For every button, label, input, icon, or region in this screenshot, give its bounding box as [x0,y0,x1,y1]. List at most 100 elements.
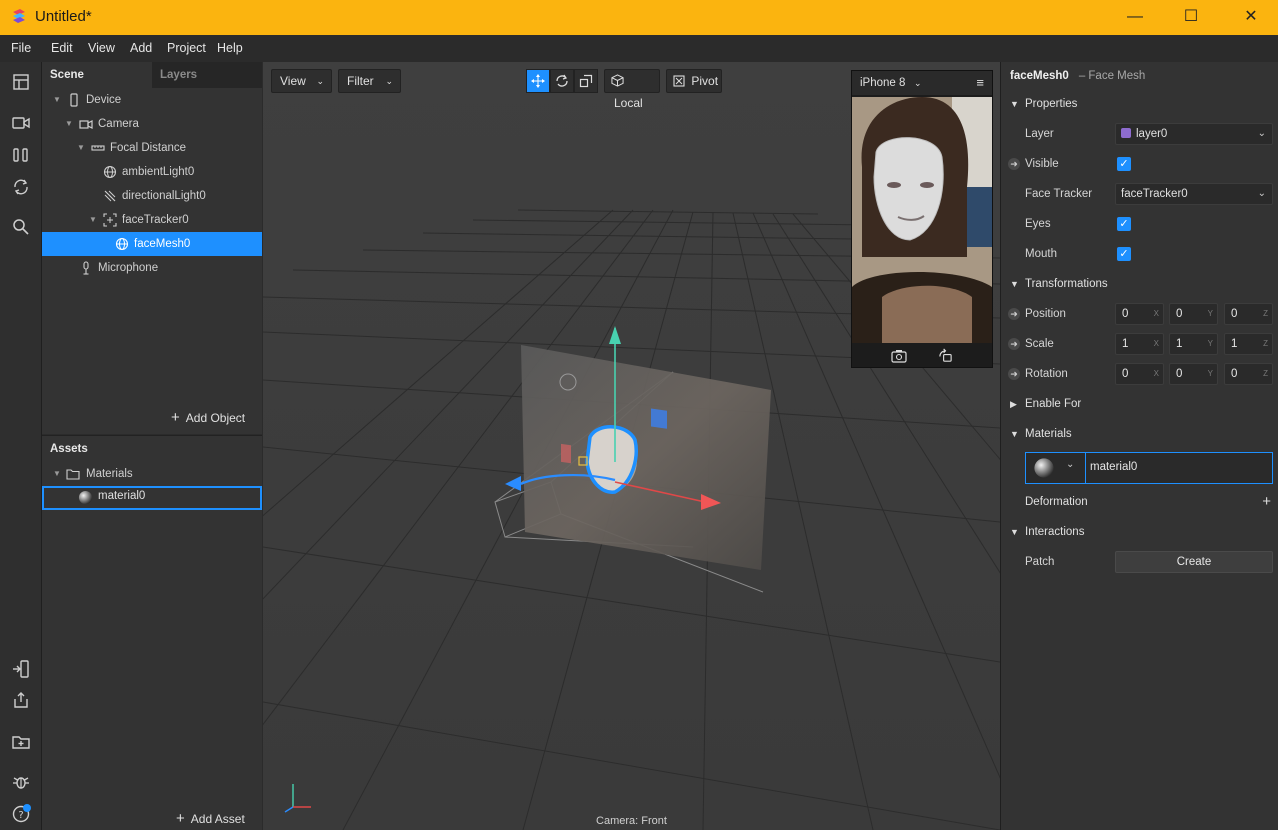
collapse-arrow-icon[interactable]: ▼ [53,88,61,112]
microphone-icon [83,261,89,275]
menu-file[interactable]: File [11,41,31,55]
tab-layers[interactable]: Layers [152,62,262,88]
face-tracker-dropdown[interactable]: faceTracker0 ⌄ [1115,183,1273,205]
local-toggle[interactable]: Local [604,69,660,110]
section-interactions[interactable]: ▼ Interactions [1001,520,1278,544]
tree-item-directional-light[interactable]: directionalLight0 [42,184,262,208]
minimize-button[interactable]: — [1112,0,1158,35]
video-icon[interactable] [11,113,31,133]
add-deformation-icon[interactable]: + [1262,490,1271,514]
tree-item-label: Microphone [98,262,159,274]
section-enable-for[interactable]: ▶ Enable For [1001,392,1278,416]
tree-item-microphone[interactable]: Microphone [42,256,262,280]
folder-add-icon[interactable] [11,732,31,752]
viewport[interactable]: View ⌄ Filter ⌄ Local Pivot iPhone 8 ⌄ ≡ [263,62,1000,830]
scale-label: Scale [1025,338,1054,350]
menu-project[interactable]: Project [167,41,206,55]
position-x-field[interactable]: 0X [1115,303,1164,325]
search-icon[interactable] [11,217,31,237]
close-button[interactable]: ✕ [1228,0,1274,35]
move-tool-button[interactable] [526,69,550,93]
switch-camera-icon[interactable] [891,348,907,364]
link-arrow-icon[interactable]: ➜ [1008,338,1020,350]
bug-icon[interactable] [11,772,31,792]
help-icon[interactable]: ? [11,804,31,824]
mouth-checkbox[interactable]: ✓ [1117,247,1131,261]
menu-edit[interactable]: Edit [51,41,73,55]
export-icon[interactable] [11,690,31,710]
rotate-tool-button[interactable] [550,69,574,93]
section-deformation[interactable]: Deformation + [1001,490,1278,514]
collapse-arrow-icon[interactable]: ▼ [65,112,73,136]
rotation-z-field[interactable]: 0Z [1224,363,1273,385]
globe-icon [103,165,117,179]
collapse-arrow-icon[interactable]: ▼ [53,462,61,486]
section-materials[interactable]: ▼ Materials [1001,422,1278,446]
scale-y-value: 1 [1176,338,1183,350]
device-selector[interactable]: iPhone 8 ⌄ ≡ [852,71,992,95]
scale-y-field[interactable]: 1Y [1169,333,1218,355]
position-y-field[interactable]: 0Y [1169,303,1218,325]
scale-x-field[interactable]: 1X [1115,333,1164,355]
create-patch-button[interactable]: Create [1115,551,1273,573]
phone-icon [70,93,78,107]
section-properties[interactable]: ▼ Properties [1001,92,1278,116]
layer-dropdown[interactable]: layer0 ⌄ [1115,123,1273,145]
filter-dropdown[interactable]: Filter ⌄ [338,69,401,93]
tree-item-camera[interactable]: ▼ Camera [42,112,262,136]
view-dropdown[interactable]: View ⌄ [271,69,332,93]
layer-row: Layer layer0 ⌄ [1001,122,1278,146]
preview-toolbar [852,345,992,367]
rotate-device-icon[interactable] [938,348,953,363]
menu-view[interactable]: View [88,41,115,55]
camera-icon [79,120,93,129]
chevron-down-icon: ⌄ [1257,188,1266,199]
rotation-y-field[interactable]: 0Y [1169,363,1218,385]
tree-item-materials-folder[interactable]: ▼ Materials [42,462,262,486]
tree-item-focal-distance[interactable]: ▼ Focal Distance [42,136,262,160]
visible-checkbox[interactable]: ✓ [1117,157,1131,171]
patch-icon[interactable] [11,145,31,165]
mouth-row: Mouth ✓ [1001,242,1278,266]
device-send-icon[interactable] [11,659,31,679]
menu-help[interactable]: Help [217,41,243,55]
scale-tool-button[interactable] [574,69,598,93]
menu-icon[interactable]: ≡ [976,71,984,95]
chevron-down-icon[interactable]: ⌄ [1066,459,1074,470]
asset-item-label: material0 [98,490,146,502]
tree-item-ambient-light[interactable]: ambientLight0 [42,160,262,184]
section-transformations[interactable]: ▼ Transformations [1001,272,1278,296]
material-slot[interactable]: ⌄ material0 [1025,452,1273,484]
link-arrow-icon[interactable]: ➜ [1008,158,1020,170]
pivot-toggle[interactable]: Pivot [666,69,722,93]
add-asset-button[interactable]: + Add Asset [176,809,245,829]
add-object-button[interactable]: + Add Object [171,408,245,428]
camera-label: Camera: Front [596,815,667,827]
link-arrow-icon[interactable]: ➜ [1008,308,1020,320]
rotation-x-field[interactable]: 0X [1115,363,1164,385]
view-label: View [280,74,306,88]
collapse-arrow-icon[interactable]: ▼ [89,208,97,232]
sync-icon[interactable] [11,177,31,197]
tree-item-label: faceTracker0 [122,214,189,226]
link-arrow-icon[interactable]: ➜ [1008,368,1020,380]
tree-item-device[interactable]: ▼ Device [42,88,262,112]
tree-item-face-tracker[interactable]: ▼ faceTracker0 [42,208,262,232]
maximize-button[interactable]: ☐ [1168,0,1214,35]
scale-z-field[interactable]: 1Z [1224,333,1273,355]
axis-x-label: X [1153,369,1159,378]
tree-item-face-mesh[interactable]: faceMesh0 [42,232,262,256]
menu-add[interactable]: Add [130,41,152,55]
mesh-icon [115,237,129,251]
axis-x-label: X [1153,339,1159,348]
tab-scene[interactable]: Scene [42,62,152,88]
collapse-arrow-icon[interactable]: ▼ [77,136,85,160]
section-label: Transformations [1025,278,1108,290]
layout-icon[interactable] [11,72,31,92]
filter-label: Filter [347,74,374,88]
axis-y-label: Y [1207,309,1213,318]
asset-item-material[interactable]: material0 [42,486,262,510]
position-z-field[interactable]: 0Z [1224,303,1273,325]
eyes-checkbox[interactable]: ✓ [1117,217,1131,231]
axis-x-label: X [1153,309,1159,318]
